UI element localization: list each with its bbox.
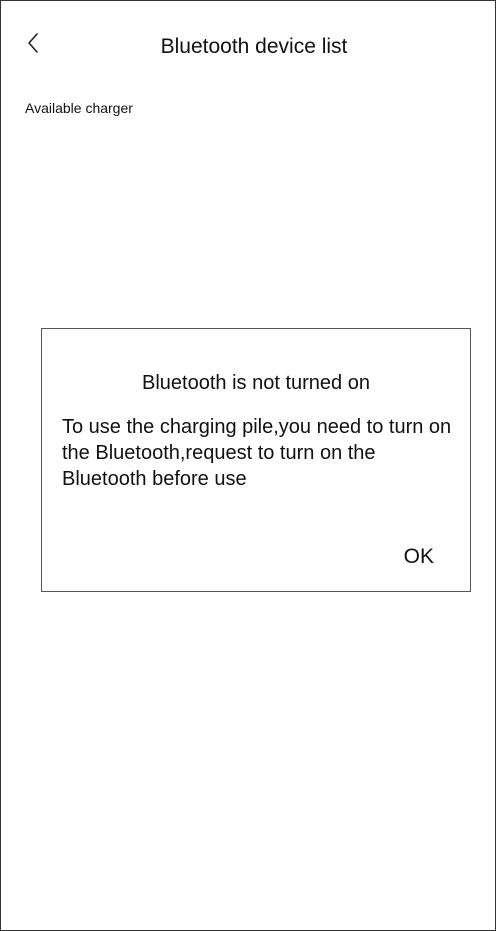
available-charger-label: Available charger [25,100,133,116]
ok-button[interactable]: OK [404,544,434,570]
dialog-title: Bluetooth is not turned on [142,372,370,394]
page-title: Bluetooth device list [160,35,348,58]
bluetooth-alert-dialog: Bluetooth is not turned on To use the ch… [41,328,471,592]
header-bar: Bluetooth device list [1,1,495,91]
screen: Bluetooth device list Available charger … [0,0,496,931]
dialog-message: To use the charging pile,you need to tur… [62,416,452,490]
